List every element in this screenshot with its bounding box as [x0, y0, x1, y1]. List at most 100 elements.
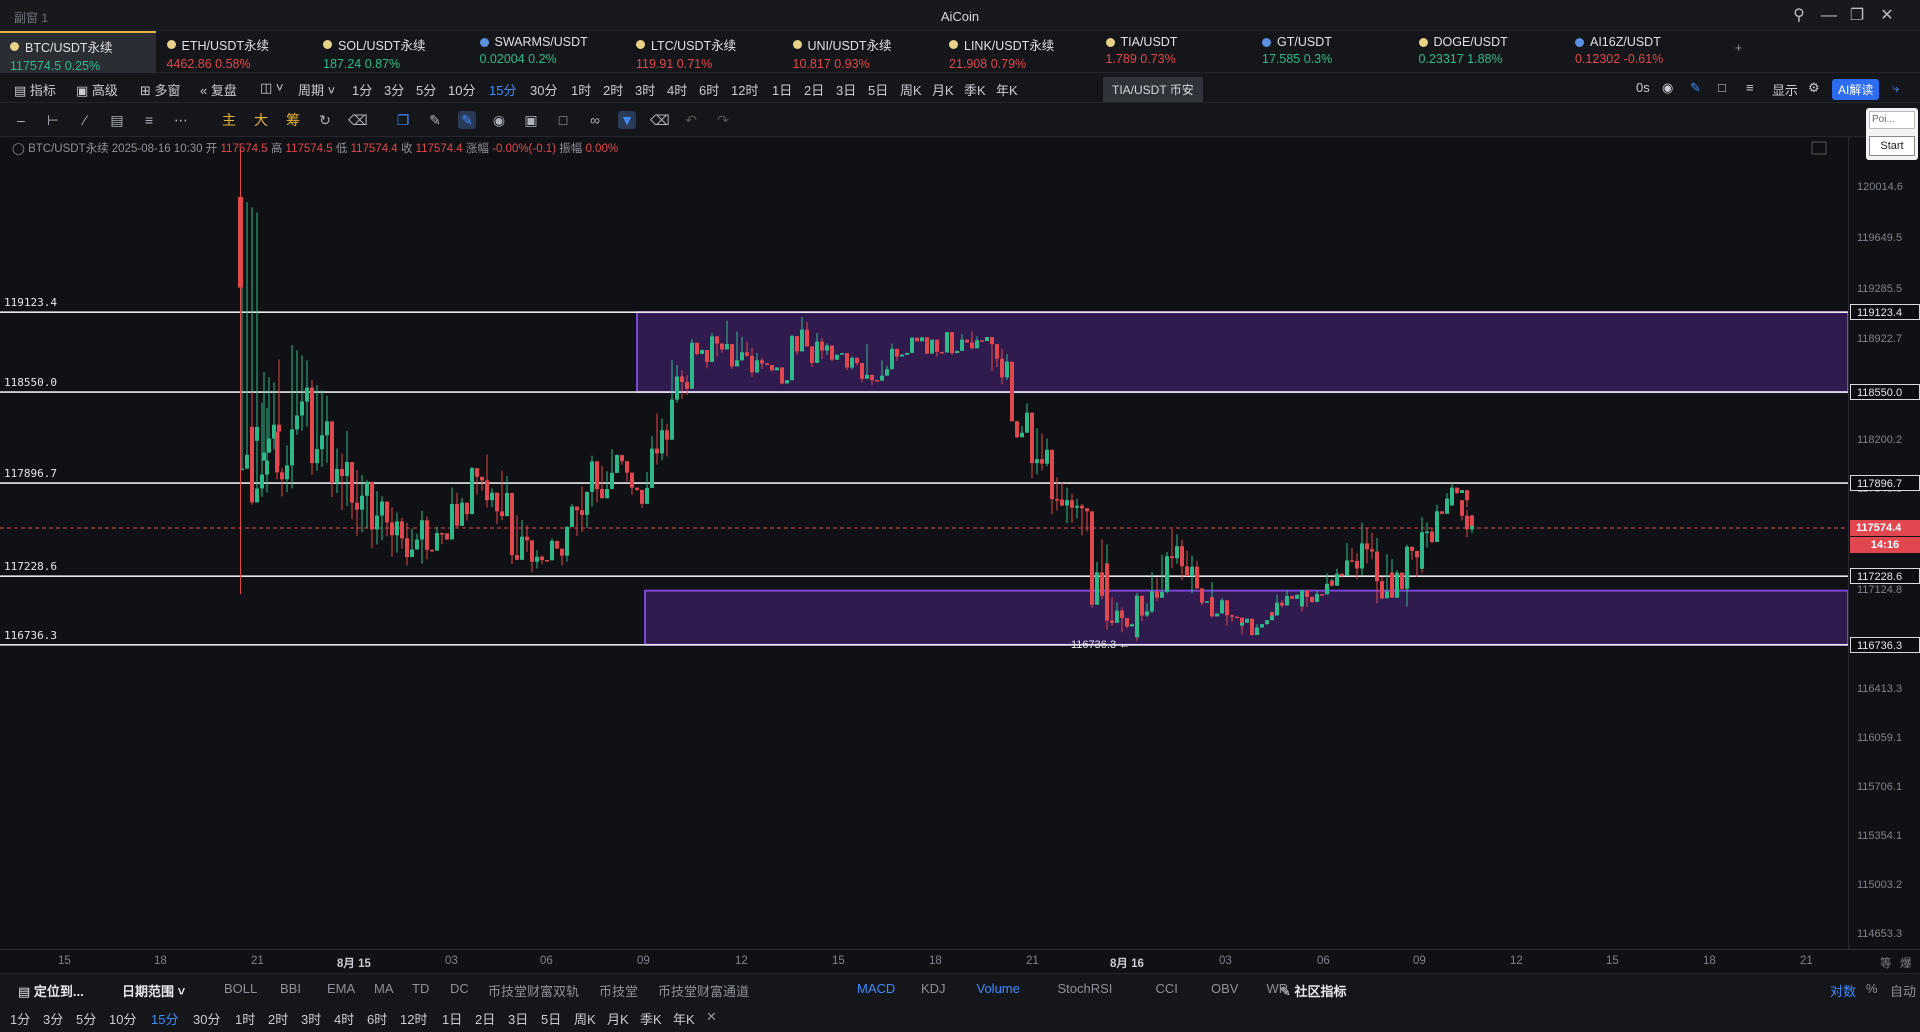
- sub-indicator-StochRSI[interactable]: StochRSI: [1058, 981, 1113, 996]
- advanced-button[interactable]: ▣ 高级: [76, 80, 118, 99]
- period-bar-5分[interactable]: 5分: [76, 1009, 96, 1028]
- lock-icon[interactable]: ▣: [522, 111, 540, 129]
- main-indicator-BBI[interactable]: BBI: [280, 981, 301, 996]
- period-bar-季K[interactable]: 季K: [640, 1009, 662, 1028]
- ticker-tab[interactable]: LINK/USDT永续 21.908 0.79%: [939, 31, 1095, 73]
- start-button[interactable]: Start: [1869, 136, 1915, 156]
- settings-icon[interactable]: ⚙: [1808, 80, 1820, 96]
- ticker-tab[interactable]: ETH/USDT永续 4462.86 0.58%: [157, 31, 313, 73]
- locate-button[interactable]: ▤ 定位到...: [18, 981, 84, 1000]
- period-3分[interactable]: 3分: [384, 80, 404, 99]
- sub-indicator-Volume[interactable]: Volume: [977, 981, 1020, 996]
- time-axis-corner[interactable]: 等: [1880, 955, 1892, 971]
- period-bar-15分[interactable]: 15分: [151, 1009, 178, 1028]
- period-button[interactable]: 周期 ˅: [298, 80, 335, 99]
- ticker-tab[interactable]: GT/USDT 17.585 0.3%: [1252, 31, 1408, 73]
- period-bar-4时[interactable]: 4时: [334, 1009, 354, 1028]
- close-icon[interactable]: ✕: [706, 1009, 717, 1025]
- period-bar-6时[interactable]: 6时: [367, 1009, 387, 1028]
- period-bar-2日[interactable]: 2日: [475, 1009, 495, 1028]
- period-3日[interactable]: 3日: [836, 80, 856, 99]
- ai-analysis-button[interactable]: AI解读: [1832, 79, 1880, 100]
- link-icon[interactable]: ∞: [586, 111, 604, 129]
- sub-indicator-CCI[interactable]: CCI: [1156, 981, 1178, 996]
- candlestick-chart[interactable]: 116736.3 ←: [0, 137, 1849, 949]
- period-季K[interactable]: 季K: [964, 80, 986, 99]
- ticker-tab[interactable]: LTC/USDT永续 119.91 0.71%: [626, 31, 782, 73]
- chart-type-button[interactable]: ◫ ˅: [260, 80, 284, 96]
- period-2时[interactable]: 2时: [603, 80, 623, 99]
- scale-option[interactable]: 对数: [1830, 981, 1856, 1000]
- pen-icon[interactable]: ✎: [1690, 80, 1701, 96]
- period-1时[interactable]: 1时: [571, 80, 591, 99]
- period-bar-1日[interactable]: 1日: [442, 1009, 462, 1028]
- period-bar-10分[interactable]: 10分: [109, 1009, 136, 1028]
- eraser-icon[interactable]: ⌫: [348, 111, 368, 129]
- period-bar-3日[interactable]: 3日: [508, 1009, 528, 1028]
- period-bar-3分[interactable]: 3分: [43, 1009, 63, 1028]
- ticker-tab[interactable]: AI16Z/USDT 0.12302 -0.61%: [1565, 31, 1721, 73]
- display-button[interactable]: 显示: [1772, 80, 1798, 99]
- time-axis[interactable]: 15 18 21 8月 15 03 06 09 12 15 18 21 8月 16 03 06 09 12 15…: [0, 949, 1920, 973]
- ruler-tool-icon[interactable]: ▤: [108, 111, 126, 129]
- copy-icon[interactable]: ❐: [394, 111, 412, 129]
- date-range-button[interactable]: 日期范围 ˅: [122, 981, 185, 1000]
- trendline-tool-icon[interactable]: ∕: [76, 111, 94, 129]
- period-15分[interactable]: 15分: [489, 80, 516, 99]
- parallel-tool-icon[interactable]: ≡: [140, 111, 158, 129]
- ticker-tab[interactable]: UNI/USDT永续 10.817 0.93%: [783, 31, 939, 73]
- hray-tool-icon[interactable]: ⊢: [44, 111, 62, 129]
- period-1日[interactable]: 1日: [772, 80, 792, 99]
- scale-option[interactable]: %: [1866, 981, 1878, 996]
- minimize-icon[interactable]: —: [1818, 5, 1840, 27]
- undo-icon[interactable]: ↶: [682, 111, 700, 129]
- ticker-tab[interactable]: SWARMS/USDT 0.02004 0.2%: [470, 31, 626, 73]
- search-icon[interactable]: ⚲: [1788, 5, 1810, 27]
- trash-icon[interactable]: ⌫: [650, 111, 670, 129]
- sub-indicator-OBV[interactable]: OBV: [1211, 981, 1238, 996]
- camera-icon[interactable]: ◉: [1662, 80, 1673, 96]
- period-2日[interactable]: 2日: [804, 80, 824, 99]
- price-axis[interactable]: 120014.6 119649.5 119285.5 118922.7 118200.2…: [1848, 137, 1920, 949]
- period-bar-年K[interactable]: 年K: [673, 1009, 695, 1028]
- period-bar-1分[interactable]: 1分: [10, 1009, 30, 1028]
- period-1分[interactable]: 1分: [352, 80, 372, 99]
- replay-button[interactable]: « 复盘: [200, 80, 237, 99]
- sub-indicator-KDJ[interactable]: KDJ: [921, 981, 946, 996]
- period-年K[interactable]: 年K: [996, 80, 1018, 99]
- sub-indicator-MACD[interactable]: MACD: [857, 981, 895, 996]
- period-bar-12时[interactable]: 12时: [400, 1009, 427, 1028]
- period-bar-周K[interactable]: 周K: [574, 1009, 596, 1028]
- period-5分[interactable]: 5分: [416, 80, 436, 99]
- redo-icon[interactable]: ↷: [714, 111, 732, 129]
- time-axis-corner[interactable]: 爆: [1900, 955, 1912, 971]
- indicators-button[interactable]: ▤ 指标: [14, 80, 56, 99]
- big-toggle[interactable]: 大: [252, 111, 270, 129]
- multi-window-button[interactable]: ⊞ 多窗: [140, 80, 181, 99]
- brush-icon[interactable]: ✎: [426, 111, 444, 129]
- period-bar-1时[interactable]: 1时: [235, 1009, 255, 1028]
- binoculars-icon[interactable]: ◉: [490, 111, 508, 129]
- restore-icon[interactable]: ❐: [1846, 5, 1868, 27]
- ticker-tab[interactable]: TIA/USDT 1.789 0.73%: [1096, 31, 1252, 73]
- period-bar-月K[interactable]: 月K: [607, 1009, 629, 1028]
- hline-tool-icon[interactable]: –: [12, 111, 30, 129]
- period-10分[interactable]: 10分: [448, 80, 475, 99]
- chart-canvas[interactable]: 116736.3 ←: [0, 137, 1849, 949]
- community-indicators-button[interactable]: ✎ 社区指标: [1280, 981, 1347, 1000]
- period-6时[interactable]: 6时: [699, 80, 719, 99]
- main-indicator-币技堂财富双轨[interactable]: 币技堂财富双轨: [488, 981, 579, 1000]
- period-bar-3时[interactable]: 3时: [301, 1009, 321, 1028]
- main-indicator-币技堂[interactable]: 币技堂: [599, 981, 638, 1000]
- add-tab-button[interactable]: +: [1725, 31, 1765, 73]
- main-indicator-MA[interactable]: MA: [374, 981, 394, 996]
- share-icon[interactable]: ⤷: [1892, 80, 1899, 96]
- point-input[interactable]: Poi...: [1869, 111, 1915, 129]
- main-indicator-币技堂财富通道[interactable]: 币技堂财富通道: [658, 981, 749, 1000]
- period-bar-5日[interactable]: 5日: [541, 1009, 561, 1028]
- close-icon[interactable]: ✕: [1876, 5, 1898, 27]
- refresh-icon[interactable]: ↻: [316, 111, 334, 129]
- bookmark-icon[interactable]: □: [1718, 80, 1726, 95]
- ticker-tab[interactable]: DOGE/USDT 0.23317 1.88%: [1409, 31, 1565, 73]
- period-4时[interactable]: 4时: [667, 80, 687, 99]
